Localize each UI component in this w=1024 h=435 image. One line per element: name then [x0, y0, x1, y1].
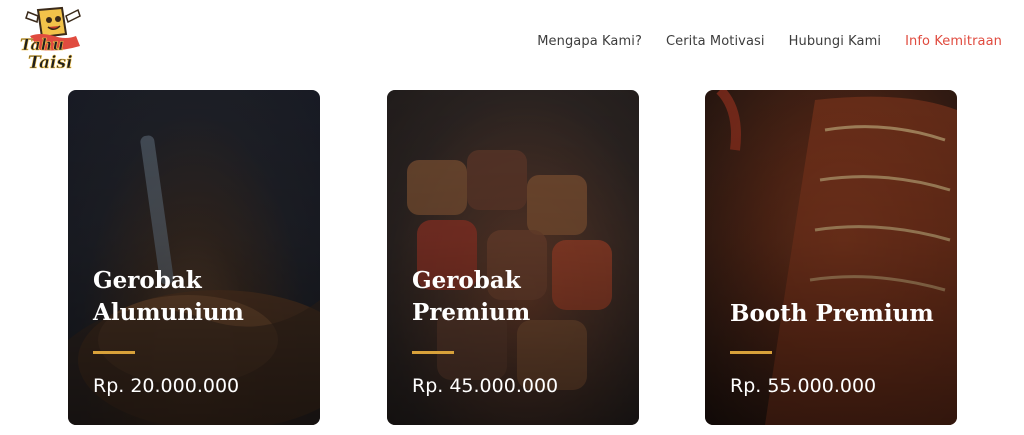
- card-title-line1: Gerobak: [93, 267, 202, 294]
- brand-logo[interactable]: Tahu Taisi: [10, 6, 86, 76]
- logo-text-bottom: Taisi: [28, 53, 73, 73]
- nav-item-mengapa-kami[interactable]: Mengapa Kami?: [537, 34, 642, 49]
- card-title: Gerobak Premium: [412, 265, 622, 329]
- main-nav: Mengapa Kami? Cerita Motivasi Hubungi Ka…: [537, 34, 1002, 49]
- card-title: Booth Premium: [730, 298, 940, 330]
- card-title-line2: Premium: [412, 299, 531, 326]
- card-title-line1: Booth Premium: [730, 300, 934, 327]
- card-title-line1: Gerobak: [412, 267, 521, 294]
- package-card-gerobak-premium[interactable]: Gerobak Premium Rp. 45.000.000: [387, 90, 639, 425]
- logo-mascot-icon: Tahu Taisi: [20, 6, 81, 73]
- card-divider: [412, 351, 454, 354]
- card-price: Rp. 55.000.000: [730, 375, 877, 397]
- nav-item-hubungi-kami[interactable]: Hubungi Kami: [789, 34, 881, 49]
- card-title: Gerobak Alumunium: [93, 265, 303, 329]
- logo-text-top: Tahu: [20, 35, 64, 54]
- package-card-booth-premium[interactable]: Booth Premium Rp. 55.000.000: [705, 90, 957, 425]
- card-divider: [93, 351, 135, 354]
- nav-item-info-kemitraan[interactable]: Info Kemitraan: [905, 34, 1002, 49]
- site-header: Tahu Taisi Mengapa Kami? Cerita Motivasi…: [0, 0, 1024, 86]
- nav-item-cerita-motivasi[interactable]: Cerita Motivasi: [666, 34, 765, 49]
- card-price: Rp. 20.000.000: [93, 375, 240, 397]
- package-card-gerobak-alumunium[interactable]: Gerobak Alumunium Rp. 20.000.000: [68, 90, 320, 425]
- card-price: Rp. 45.000.000: [412, 375, 559, 397]
- card-divider: [730, 351, 772, 354]
- card-title-line2: Alumunium: [93, 299, 244, 326]
